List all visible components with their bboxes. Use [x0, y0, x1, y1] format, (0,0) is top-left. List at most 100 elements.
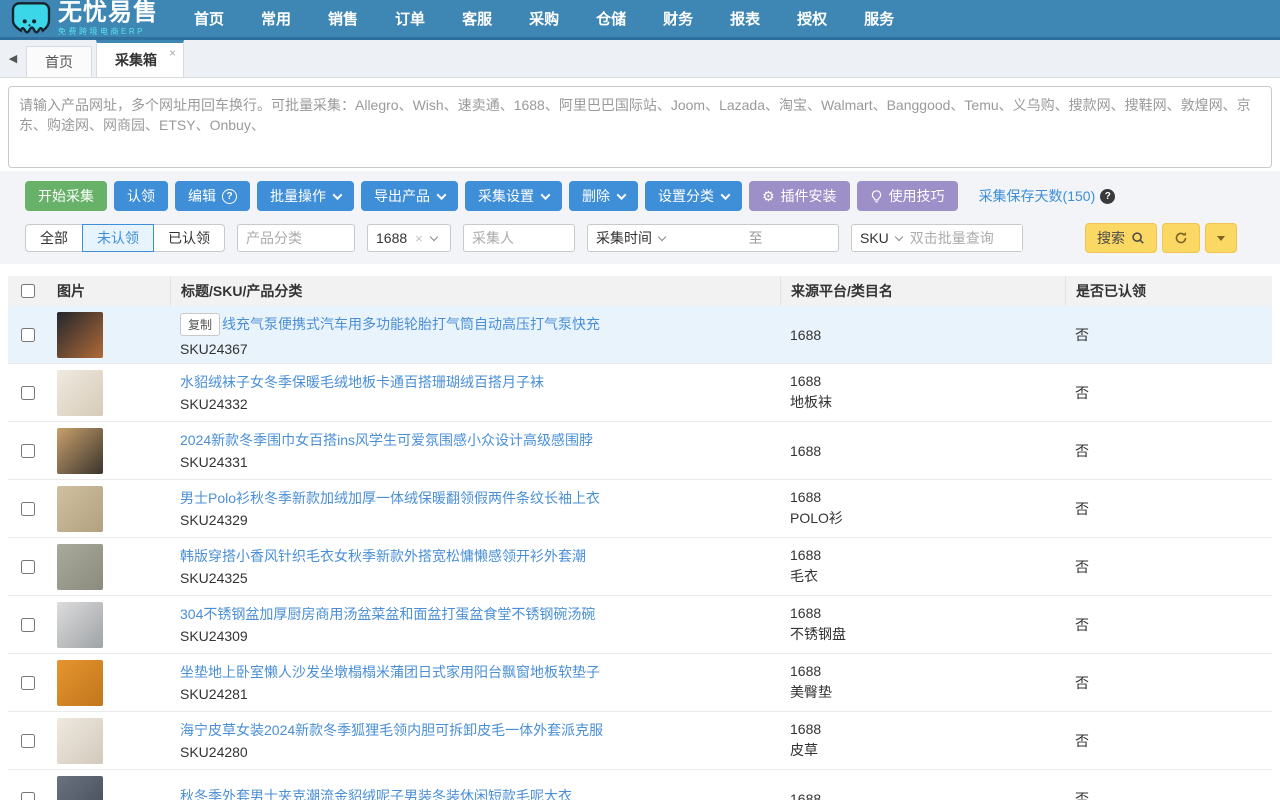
select-all-checkbox[interactable]	[21, 284, 35, 298]
row-checkbox[interactable]	[21, 560, 35, 574]
plugin-install-button[interactable]: ⚙ 插件安装	[749, 181, 850, 211]
category-name: 皮草	[790, 740, 1065, 760]
clear-icon[interactable]: ×	[415, 231, 423, 246]
segment-unclaimed[interactable]: 未认领	[82, 224, 154, 252]
row-checkbox[interactable]	[21, 386, 35, 400]
source-platform: 1688	[790, 663, 1065, 679]
collect-time-select[interactable]: 采集时间	[588, 228, 673, 248]
product-category-input[interactable]	[237, 224, 355, 252]
source-platform: 1688	[790, 721, 1065, 737]
tab-close-icon[interactable]: ×	[169, 46, 176, 60]
copy-button[interactable]: 复制	[180, 313, 220, 336]
row-checkbox[interactable]	[21, 618, 35, 632]
set-category-button[interactable]: 设置分类	[645, 181, 742, 211]
product-title-link[interactable]: 海宁皮草女装2024新款冬季狐狸毛领内胆可拆卸皮毛一体外套派克服	[180, 721, 603, 739]
nav-item-reports[interactable]: 报表	[730, 8, 760, 29]
chevron-down-icon	[617, 190, 627, 200]
tab-collection-box[interactable]: 采集箱 ×	[96, 40, 184, 77]
chevron-down-icon	[721, 190, 731, 200]
nav-item-warehouse[interactable]: 仓储	[596, 8, 626, 29]
retention-days-link[interactable]: 采集保存天数(150) ?	[979, 186, 1116, 206]
product-thumbnail[interactable]	[57, 660, 103, 706]
help-icon[interactable]: ?	[1100, 189, 1115, 204]
collect-settings-button[interactable]: 采集设置	[465, 181, 562, 211]
batch-actions-button[interactable]: 批量操作	[257, 181, 354, 211]
product-thumbnail[interactable]	[57, 602, 103, 648]
refresh-button[interactable]	[1162, 223, 1200, 253]
source-platform: 1688	[790, 605, 1065, 621]
product-title-link[interactable]: 男士Polo衫秋冬季新款加绒加厚一体绒保暖翻领假两件条纹长袖上衣	[180, 489, 600, 507]
brand-logo-block[interactable]: 无忧易售 免费跨境电商ERP	[10, 1, 182, 37]
claimed-status: 否	[1065, 441, 1272, 461]
product-title-link[interactable]: 2024新款冬季围巾女百搭ins风学生可爱氛围感小众设计高级感围脖	[180, 431, 593, 449]
nav-item-service-desk[interactable]: 客服	[462, 8, 492, 29]
source-platform-select[interactable]: 1688 ×	[367, 224, 451, 252]
export-products-button[interactable]: 导出产品	[361, 181, 458, 211]
segment-all[interactable]: 全部	[25, 224, 83, 252]
chevron-down-icon	[333, 190, 343, 200]
product-title-link[interactable]: 秋冬季外套男士夹克潮流金貂绒呢子男装冬装休闲短款毛呢大衣	[180, 787, 572, 800]
usage-tips-button[interactable]: 使用技巧	[857, 181, 958, 211]
product-title-link[interactable]: 韩版穿搭小香风针织毛衣女秋季新款外搭宽松慵懒感领开衫外套潮	[180, 547, 586, 565]
nav-item-sales[interactable]: 销售	[328, 8, 358, 29]
product-sku: SKU24332	[180, 396, 780, 412]
nav-item-common[interactable]: 常用	[261, 8, 291, 29]
row-checkbox[interactable]	[21, 502, 35, 516]
nav-item-purchasing[interactable]: 采购	[529, 8, 559, 29]
row-checkbox[interactable]	[21, 676, 35, 690]
source-platform: 1688	[790, 443, 1065, 459]
search-button[interactable]: 搜索	[1085, 223, 1157, 253]
product-thumbnail[interactable]	[57, 718, 103, 764]
tab-scroll-left-icon[interactable]: ◀	[0, 40, 26, 77]
table-row: 秋冬季外套男士夹克潮流金貂绒呢子男装冬装休闲短款毛呢大衣 1688 否	[8, 770, 1272, 800]
table-row: 男士Polo衫秋冬季新款加绒加厚一体绒保暖翻领假两件条纹长袖上衣 SKU2432…	[8, 480, 1272, 538]
product-title-link[interactable]: 水貂绒袜子女冬季保暖毛绒地板卡通百搭珊瑚绒百搭月子袜	[180, 373, 544, 391]
set-category-label: 设置分类	[658, 186, 714, 206]
category-name: 毛衣	[790, 566, 1065, 586]
delete-button[interactable]: 删除	[569, 181, 638, 211]
start-collect-button[interactable]: 开始采集	[25, 181, 107, 211]
edit-button[interactable]: 编辑 ?	[175, 181, 250, 211]
product-thumbnail[interactable]	[57, 544, 103, 590]
claim-button[interactable]: 认领	[114, 181, 168, 211]
product-thumbnail[interactable]	[57, 312, 103, 358]
row-checkbox[interactable]	[21, 792, 35, 800]
product-url-textarea[interactable]	[8, 86, 1272, 168]
row-checkbox[interactable]	[21, 328, 35, 342]
collector-person-input[interactable]	[463, 224, 575, 252]
search-options-dropdown-button[interactable]	[1205, 223, 1237, 253]
sku-search-combo: SKU	[851, 224, 1023, 252]
source-platform: 1688	[790, 327, 1065, 343]
row-checkbox[interactable]	[21, 734, 35, 748]
claimed-status: 否	[1065, 383, 1272, 403]
product-sku: SKU24329	[180, 512, 780, 528]
batch-query-input[interactable]	[910, 225, 1022, 251]
table-row: 复制 线充气泵便携式汽车用多功能轮胎打气筒自动高压打气泵快充 SKU24367 …	[8, 306, 1272, 364]
table-row: 水貂绒袜子女冬季保暖毛绒地板卡通百搭珊瑚绒百搭月子袜 SKU24332 1688…	[8, 364, 1272, 422]
row-checkbox[interactable]	[21, 444, 35, 458]
chevron-down-icon	[658, 232, 666, 240]
product-title-link[interactable]: 坐垫地上卧室懒人沙发坐墩榻榻米蒲团日式家用阳台飘窗地板软垫子	[180, 663, 600, 681]
tab-collection-box-label: 采集箱	[115, 50, 157, 70]
nav-item-authorization[interactable]: 授权	[797, 8, 827, 29]
nav-item-orders[interactable]: 订单	[395, 8, 425, 29]
product-thumbnail[interactable]	[57, 428, 103, 474]
nav-item-services[interactable]: 服务	[864, 8, 894, 29]
segment-claimed[interactable]: 已认领	[153, 224, 225, 252]
tab-home[interactable]: 首页	[26, 46, 92, 77]
product-title-link[interactable]: 304不锈钢盆加厚厨房商用汤盆菜盆和面盆打蛋盆食堂不锈钢碗汤碗	[180, 605, 595, 623]
tab-strip: ◀ 首页 采集箱 ×	[0, 40, 1280, 78]
product-thumbnail[interactable]	[57, 776, 103, 800]
caret-down-icon	[1217, 236, 1225, 241]
nav-item-home[interactable]: 首页	[194, 8, 224, 29]
product-thumbnail[interactable]	[57, 486, 103, 532]
product-sku: SKU24309	[180, 628, 780, 644]
product-thumbnail[interactable]	[57, 370, 103, 416]
sku-field-select[interactable]: SKU	[852, 230, 910, 246]
claimed-status: 否	[1065, 557, 1272, 577]
nav-item-finance[interactable]: 财务	[663, 8, 693, 29]
product-sku: SKU24281	[180, 686, 780, 702]
export-products-label: 导出产品	[374, 186, 430, 206]
header-title: 标题/SKU/产品分类	[170, 276, 780, 306]
product-title-link[interactable]: 线充气泵便携式汽车用多功能轮胎打气筒自动高压打气泵快充	[222, 315, 600, 333]
